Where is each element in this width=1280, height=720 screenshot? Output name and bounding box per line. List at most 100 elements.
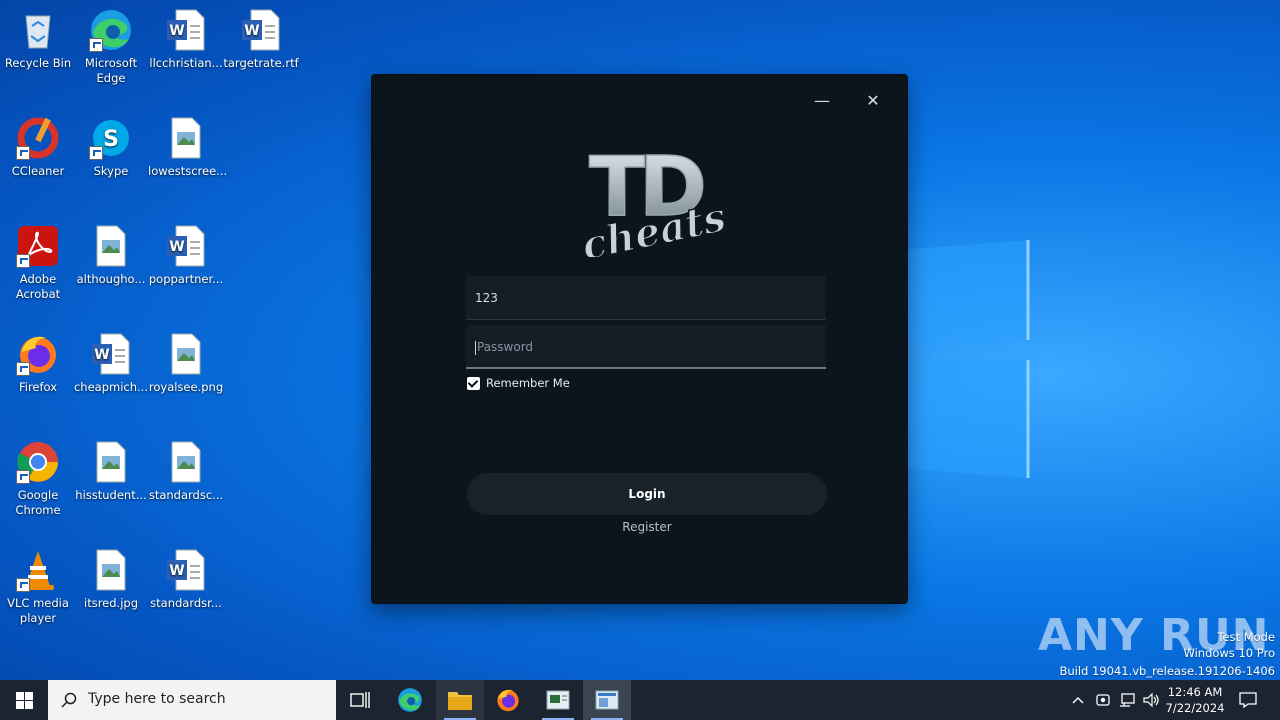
desktop-icon-label: royalsee.png	[148, 380, 224, 394]
image-file-icon	[164, 440, 208, 484]
taskbar: Type here to search 12:46 AM 7/22/2024	[0, 680, 1280, 720]
password-placeholder: Password	[477, 340, 534, 354]
search-icon	[61, 692, 77, 708]
windows-start-icon	[15, 691, 33, 709]
desktop-icon-file[interactable]: standardsc...	[148, 440, 224, 503]
register-link-text[interactable]: Register	[622, 520, 671, 534]
desktop-icon-ccleaner[interactable]: CCleaner	[0, 116, 76, 179]
image-file-icon	[89, 224, 133, 268]
remember-me-checkbox[interactable]: Remember Me	[467, 375, 570, 391]
clock[interactable]: 12:46 AM 7/22/2024	[1164, 680, 1226, 720]
recycle-bin-icon	[16, 8, 60, 52]
username-value: 123	[475, 291, 498, 305]
desktop-icon-microsoft-edge[interactable]: Microsoft Edge	[73, 8, 149, 86]
image-file-icon	[164, 332, 208, 376]
username-field[interactable]: 123	[466, 276, 826, 320]
desktop-icon-firefox[interactable]: Firefox	[0, 332, 76, 395]
desktop-icon-label: poppartner...	[148, 272, 224, 286]
desktop-icon-adobe-acrobat[interactable]: Adobe Acrobat	[0, 224, 76, 302]
desktop-icon-label: targetrate.rtf	[223, 56, 299, 70]
network-button[interactable]	[1116, 680, 1138, 720]
desktop-icon-label: VLC media player	[7, 596, 69, 625]
minimize-button[interactable]: —	[808, 89, 836, 113]
acrobat-icon	[16, 224, 60, 268]
volume-button[interactable]	[1140, 680, 1162, 720]
notification-icon	[1239, 692, 1257, 708]
desktop-icon-label: Microsoft Edge	[84, 56, 138, 85]
desktop-icon-google-chrome[interactable]: Google Chrome	[0, 440, 76, 518]
desktop-icon-label: Google Chrome	[15, 488, 61, 517]
chrome-icon	[16, 440, 60, 484]
taskbar-app-window[interactable]	[534, 680, 582, 720]
desktop-icon-file[interactable]: lowestscree...	[148, 116, 228, 179]
desktop: Recycle Bin CCleaner Adobe Acrobat Firef…	[0, 0, 1280, 680]
taskbar-edge[interactable]	[386, 680, 434, 720]
search-placeholder: Type here to search	[88, 691, 226, 707]
start-button[interactable]	[0, 680, 48, 720]
app-window-icon	[546, 690, 570, 710]
taskbar-file-explorer[interactable]	[436, 680, 484, 720]
image-file-icon	[164, 116, 208, 160]
tray-app-icon[interactable]	[1092, 680, 1114, 720]
word-doc-icon: W	[164, 548, 208, 592]
desktop-icon-file[interactable]: W standardsr...	[148, 548, 224, 611]
td-cheats-logo: TD cheats	[567, 137, 737, 270]
desktop-icon-label: standardsr...	[150, 596, 222, 610]
test-mode-text: Test Mode	[1217, 630, 1275, 644]
word-doc-icon: W	[239, 8, 283, 52]
desktop-icon-skype[interactable]: S Skype	[73, 116, 149, 179]
word-doc-icon: W	[89, 332, 133, 376]
vlc-icon	[16, 548, 60, 592]
edge-icon	[89, 8, 133, 52]
desktop-icon-recycle-bin[interactable]: Recycle Bin	[0, 8, 76, 71]
folder-icon	[448, 692, 472, 710]
login-button[interactable]: Login	[467, 473, 827, 515]
password-field[interactable]: Password	[466, 325, 826, 369]
close-button[interactable]: ✕	[859, 89, 887, 113]
desktop-icon-file[interactable]: hisstudent...	[73, 440, 149, 503]
image-file-icon	[89, 440, 133, 484]
skype-icon: S	[89, 116, 133, 160]
edge-icon	[398, 688, 422, 712]
speaker-icon	[1143, 692, 1159, 708]
taskbar-search-box[interactable]: Type here to search	[48, 680, 336, 720]
firefox-icon	[16, 332, 60, 376]
taskbar-firefox[interactable]	[484, 680, 532, 720]
svg-text:W: W	[244, 23, 259, 39]
word-doc-icon: W	[164, 8, 208, 52]
desktop-icon-label: lowestscree...	[148, 164, 228, 178]
clock-time: 12:46 AM	[1167, 685, 1223, 699]
desktop-icon-label: hisstudent...	[75, 488, 147, 502]
desktop-icon-file[interactable]: W poppartner...	[148, 224, 224, 287]
remember-me-label: Remember Me	[486, 376, 570, 390]
desktop-icon-label: CCleaner	[11, 164, 65, 178]
desktop-icon-file[interactable]: W llcchristian...	[148, 8, 224, 71]
desktop-icon-file[interactable]: itsred.jpg	[73, 548, 149, 611]
desktop-icon-label: Adobe Acrobat	[15, 272, 61, 301]
windows-edition-text: Windows 10 Pro	[1183, 646, 1275, 660]
task-view-button[interactable]	[336, 680, 384, 720]
svg-text:W: W	[169, 239, 184, 255]
ccleaner-icon	[16, 116, 60, 160]
desktop-icon-file[interactable]: royalsee.png	[148, 332, 224, 395]
desktop-icon-vlc[interactable]: VLC media player	[0, 548, 76, 626]
desktop-icon-file[interactable]: W cheapmich...	[73, 332, 149, 395]
app-window-icon	[595, 690, 619, 710]
image-file-icon	[89, 548, 133, 592]
text-caret	[475, 340, 476, 355]
svg-text:W: W	[169, 23, 184, 39]
desktop-icon-label: itsred.jpg	[84, 596, 138, 610]
build-text: Build 19041.vb_release.191206-1406	[1059, 664, 1275, 678]
clock-date: 7/22/2024	[1165, 701, 1225, 715]
desktop-icon-label: llcchristian...	[149, 56, 223, 70]
register-link[interactable]: Register	[467, 520, 827, 534]
desktop-icon-label: Skype	[93, 164, 129, 178]
taskbar-td-cheats[interactable]	[583, 680, 631, 720]
notifications-button[interactable]	[1232, 680, 1264, 720]
desktop-icon-label: Recycle Bin	[4, 56, 72, 70]
desktop-icon-label: cheapmich...	[73, 380, 148, 394]
show-hidden-icons-button[interactable]	[1068, 680, 1088, 720]
svg-text:S: S	[103, 127, 119, 152]
desktop-icon-file[interactable]: althougho...	[73, 224, 149, 287]
desktop-icon-file[interactable]: W targetrate.rtf	[223, 8, 299, 71]
